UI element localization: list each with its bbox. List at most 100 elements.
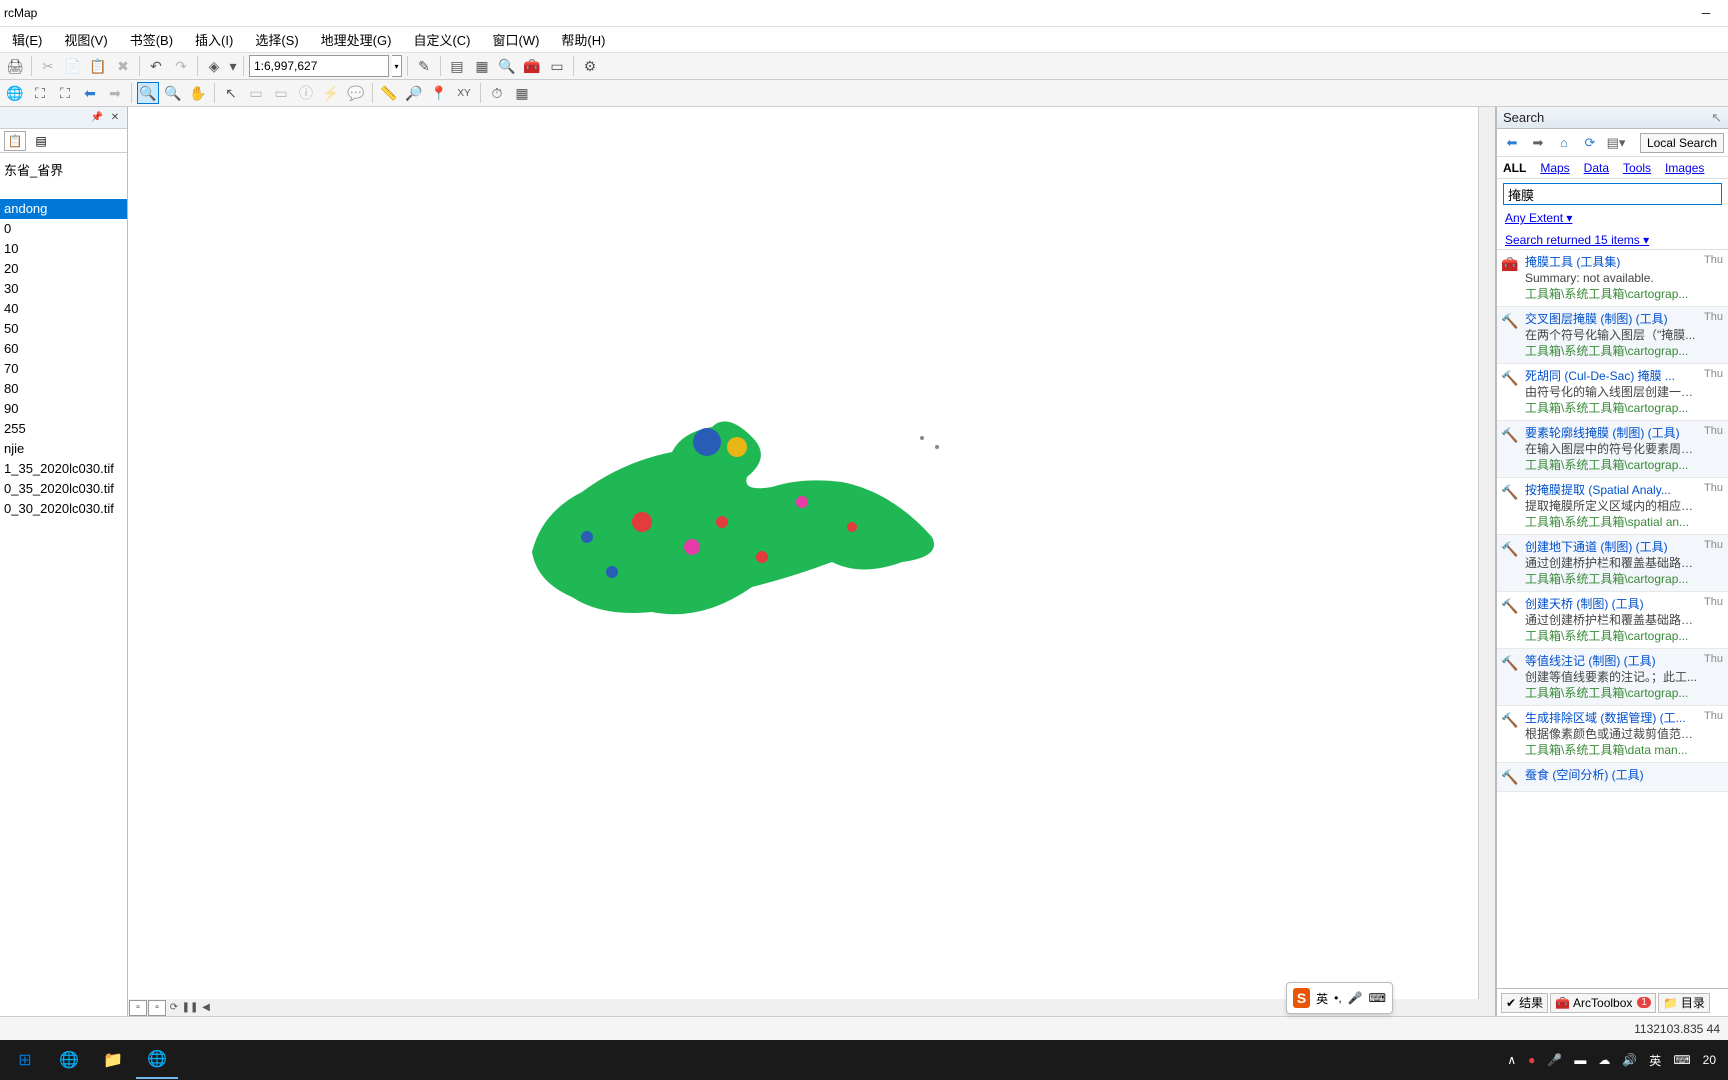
ime-punct-icon[interactable]: •, (1334, 991, 1342, 1005)
layer-shandong[interactable]: andong (0, 199, 127, 219)
menu-help[interactable]: 帮助(H) (551, 27, 615, 52)
search-result-item[interactable]: 🔨交叉图层掩膜 (制图) (工具)在两个符号化输入图层（"掩膜...工具箱\系统… (1497, 307, 1728, 364)
legend-value-255[interactable]: 255 (0, 419, 127, 439)
tray-clock[interactable]: 20 (1703, 1053, 1716, 1067)
search-result-item[interactable]: 🔨要素轮廓线掩膜 (制图) (工具)在输入图层中的符号化要素周围...工具箱\系… (1497, 421, 1728, 478)
hyperlink-button[interactable]: ⚡ (320, 82, 342, 104)
select-features-button[interactable]: ▭ (245, 82, 267, 104)
toc-close-button[interactable]: ✕ (107, 110, 123, 126)
legend-value-50[interactable]: 50 (0, 319, 127, 339)
local-search-button[interactable]: Local Search (1640, 133, 1724, 153)
any-extent-dropdown[interactable]: Any Extent ▾ (1497, 209, 1728, 227)
legend-value-30[interactable]: 30 (0, 279, 127, 299)
cut-button[interactable]: ✂ (37, 55, 59, 77)
measure-button[interactable]: 📏 (378, 82, 400, 104)
search-result-item[interactable]: 🔨创建地下通道 (制图) (工具)通过创建桥护栏和覆盖基础路段...工具箱\系统… (1497, 535, 1728, 592)
data-view-tab[interactable]: ▫ (129, 1000, 147, 1016)
legend-value-40[interactable]: 40 (0, 299, 127, 319)
search-back-button[interactable]: ⬅ (1501, 132, 1523, 154)
search-tab-data[interactable]: Data (1584, 161, 1609, 175)
search-tab-all[interactable]: ALL (1503, 161, 1526, 175)
raster-1[interactable]: 1_35_2020lc030.tif (0, 459, 127, 479)
layer-njie[interactable]: njie (0, 439, 127, 459)
tray-onedrive-icon[interactable]: ☁ (1598, 1053, 1610, 1067)
sogou-ime-icon[interactable]: S (1293, 988, 1310, 1008)
print-button[interactable]: 🖨 (4, 55, 26, 77)
search-button[interactable]: 🔍 (496, 55, 518, 77)
search-result-item[interactable]: 🔨死胡同 (Cul-De-Sac) 掩膜 ...由符号化的输入线图层创建一个..… (1497, 364, 1728, 421)
scale-dropdown[interactable]: ▾ (392, 55, 402, 77)
scroll-left[interactable]: ◀ (198, 1000, 214, 1016)
tab-catalog[interactable]: 📁 目录 (1658, 993, 1710, 1013)
menu-geoprocessing[interactable]: 地理处理(G) (311, 27, 402, 52)
tray-ime-icon[interactable]: ⌨ (1673, 1053, 1690, 1067)
catalog-button[interactable]: ▦ (471, 55, 493, 77)
tray-volume-icon[interactable]: 🔊 (1622, 1053, 1637, 1067)
select-elements-button[interactable]: ↖ (220, 82, 242, 104)
prev-extent-button[interactable]: ⬅ (79, 82, 101, 104)
next-extent-button[interactable]: ➡ (104, 82, 126, 104)
tray-mic-icon[interactable]: 🎤 (1547, 1053, 1562, 1067)
scale-input[interactable] (249, 55, 389, 77)
add-data-button[interactable]: ◈ (203, 55, 225, 77)
map-vertical-scrollbar[interactable] (1478, 107, 1495, 999)
search-result-item[interactable]: 🧰掩膜工具 (工具集)Summary: not available.工具箱\系统… (1497, 250, 1728, 307)
ime-toolbar[interactable]: S 英 •, 🎤 ⌨ (1286, 982, 1393, 1014)
menu-windows[interactable]: 窗口(W) (482, 27, 549, 52)
toc-tree[interactable]: 东省_省界 andong 0 10 20 30 40 50 60 70 80 9… (0, 153, 127, 1016)
search-result-item[interactable]: 🔨生成排除区域 (数据管理) (工...根据像素颜色或通过裁剪值范围...工具箱… (1497, 706, 1728, 763)
search-result-item[interactable]: 🔨按掩膜提取 (Spatial Analy...提取掩膜所定义区域内的相应栅..… (1497, 478, 1728, 535)
copy-button[interactable]: 📄 (62, 55, 84, 77)
search-tab-tools[interactable]: Tools (1623, 161, 1651, 175)
tray-record-icon[interactable]: ● (1528, 1053, 1535, 1067)
python-button[interactable]: ▭ (546, 55, 568, 77)
minimize-button[interactable]: ─ (1688, 3, 1724, 23)
legend-value-10[interactable]: 10 (0, 239, 127, 259)
tab-arctoolbox[interactable]: 🧰 ArcToolbox 1 (1550, 993, 1656, 1013)
search-tab-images[interactable]: Images (1665, 161, 1704, 175)
tray-battery-icon[interactable]: ▬ (1574, 1053, 1586, 1067)
map-view[interactable]: ▫ ▫ ⟳ ❚❚ ◀ (128, 107, 1496, 1016)
legend-value-70[interactable]: 70 (0, 359, 127, 379)
legend-value-90[interactable]: 90 (0, 399, 127, 419)
search-forward-button[interactable]: ➡ (1527, 132, 1549, 154)
ime-keyboard-icon[interactable]: ⌨ (1369, 991, 1386, 1005)
editor-toolbar-button[interactable]: ✎ (413, 55, 435, 77)
search-results-list[interactable]: 🧰掩膜工具 (工具集)Summary: not available.工具箱\系统… (1497, 249, 1728, 988)
tray-lang[interactable]: 英 (1649, 1052, 1661, 1069)
undo-button[interactable]: ↶ (145, 55, 167, 77)
zoom-in-button[interactable]: 🔍 (137, 82, 159, 104)
search-result-item[interactable]: 🔨蚕食 (空间分析) (工具) (1497, 763, 1728, 792)
legend-value-20[interactable]: 20 (0, 259, 127, 279)
search-options-button[interactable]: ▤▾ (1605, 132, 1627, 154)
find-button[interactable]: 🔎 (403, 82, 425, 104)
search-result-item[interactable]: 🔨创建天桥 (制图) (工具)通过创建桥护栏和覆盖基础路段...工具箱\系统工具… (1497, 592, 1728, 649)
legend-value-80[interactable]: 80 (0, 379, 127, 399)
menu-customize[interactable]: 自定义(C) (403, 27, 480, 52)
paste-button[interactable]: 📋 (87, 55, 109, 77)
pan-button[interactable]: ✋ (187, 82, 209, 104)
menu-selection[interactable]: 选择(S) (245, 27, 308, 52)
tab-results[interactable]: ✔ 结果 (1501, 993, 1548, 1013)
identify-button[interactable]: ⓘ (295, 82, 317, 104)
taskbar-edge[interactable]: 🌐 (48, 1041, 90, 1079)
taskbar-explorer[interactable]: 📁 (92, 1041, 134, 1079)
tray-chevron-icon[interactable]: ∧ (1507, 1053, 1516, 1067)
ime-lang[interactable]: 英 (1316, 990, 1328, 1007)
map-horizontal-scrollbar[interactable]: ▫ ▫ ⟳ ❚❚ ◀ (128, 999, 1478, 1016)
delete-button[interactable]: ✖ (112, 55, 134, 77)
ime-mic-icon[interactable]: 🎤 (1348, 991, 1363, 1005)
clear-selection-button[interactable]: ▭ (270, 82, 292, 104)
add-data-dropdown[interactable]: ▾ (228, 55, 238, 77)
search-refresh-button[interactable]: ⟳ (1579, 132, 1601, 154)
toc-tab-drawing-order[interactable]: 📋 (4, 131, 26, 151)
taskbar-arcmap[interactable]: 🌐 (136, 1041, 178, 1079)
full-extent-button[interactable]: 🌐 (4, 82, 26, 104)
fixed-zoom-in-button[interactable]: ⛶ (29, 82, 51, 104)
create-viewer-button[interactable]: ▦ (511, 82, 533, 104)
fixed-zoom-out-button[interactable]: ⛶ (54, 82, 76, 104)
go-to-xy-button[interactable]: XY (453, 82, 475, 104)
raster-2[interactable]: 0_35_2020lc030.tif (0, 479, 127, 499)
menu-view[interactable]: 视图(V) (54, 27, 117, 52)
start-button[interactable]: ⊞ (4, 1041, 46, 1079)
